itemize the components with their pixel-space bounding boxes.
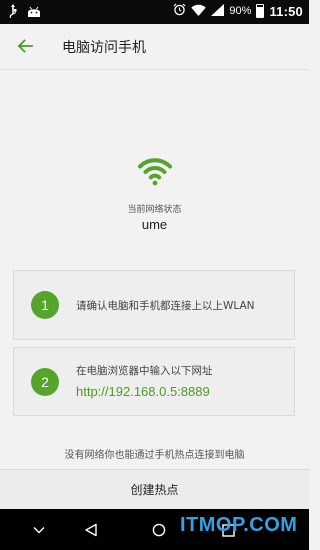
- status-right-icons: 90% 11:50: [173, 3, 303, 19]
- back-button[interactable]: [12, 34, 38, 60]
- battery-icon: [256, 4, 265, 18]
- hotspot-hint: 没有网络你也能通过手机热点连接到电脑: [64, 450, 245, 461]
- alarm-icon: [173, 3, 186, 19]
- collapse-icon[interactable]: [30, 521, 48, 539]
- step-number-badge: 2: [31, 368, 59, 396]
- android-icon: [26, 5, 42, 23]
- step-instruction: 请确认电脑和手机都连接上以上WLAN: [76, 300, 255, 312]
- network-name: ume: [141, 217, 168, 232]
- app-bar: 电脑访问手机: [0, 24, 309, 70]
- network-status-label: 当前网络状态: [127, 205, 182, 215]
- wifi-status-icon: [138, 154, 172, 188]
- status-left-icons: [8, 4, 42, 24]
- home-icon[interactable]: [150, 521, 168, 539]
- step-card-2: 2 在电脑浏览器中输入以下网址 http://192.168.0.5:8889: [13, 347, 295, 416]
- usb-icon: [8, 4, 18, 24]
- watermark-logo: ITMOP.COM: [180, 514, 298, 536]
- wifi-icon: [191, 4, 207, 19]
- access-url[interactable]: http://192.168.0.5:8889: [76, 384, 210, 399]
- battery-percent: 90%: [229, 5, 252, 17]
- create-hotspot-button[interactable]: 创建热点: [0, 469, 309, 509]
- page-title: 电脑访问手机: [62, 40, 146, 56]
- status-time: 11:50: [269, 3, 303, 19]
- arrow-left-icon: [17, 38, 33, 57]
- cell-signal-icon: [211, 3, 225, 19]
- status-bar: 90% 11:50: [0, 0, 309, 24]
- step-number-badge: 1: [31, 291, 59, 319]
- step-instruction: 在电脑浏览器中输入以下网址: [76, 365, 213, 377]
- step-card-1: 1 请确认电脑和手机都连接上以上WLAN: [13, 270, 295, 340]
- back-icon[interactable]: [82, 521, 100, 539]
